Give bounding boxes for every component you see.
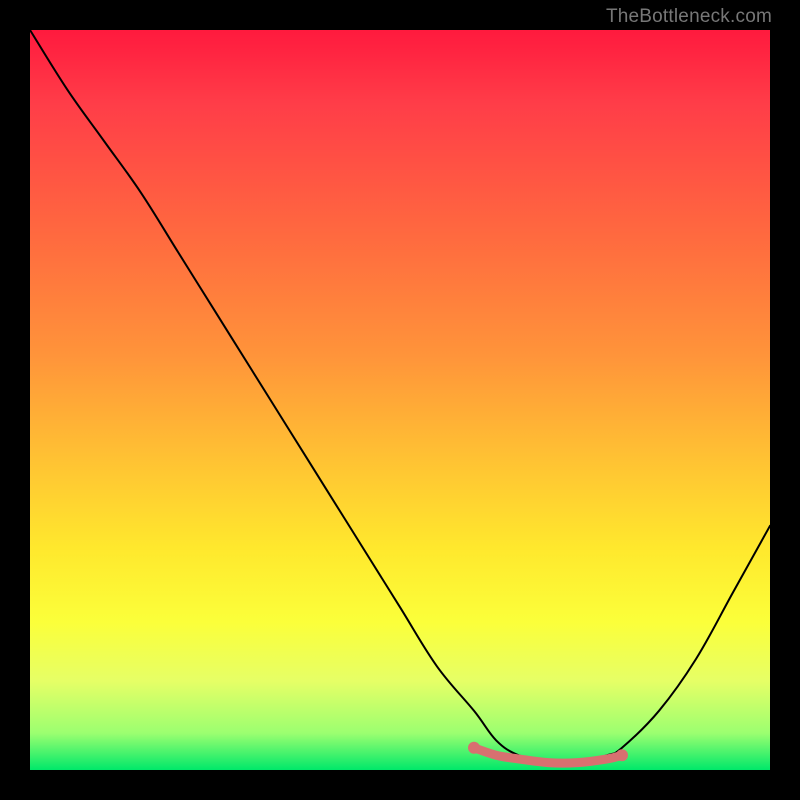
chart-curve (30, 30, 770, 764)
attribution-label: TheBottleneck.com (606, 6, 772, 28)
chart-highlight-end-dot (616, 749, 628, 761)
chart-highlight-band (474, 748, 622, 763)
chart-area (30, 30, 770, 770)
chart-highlight-start-dot (468, 742, 480, 754)
stage: TheBottleneck.com (0, 0, 800, 800)
chart-svg (30, 30, 770, 770)
